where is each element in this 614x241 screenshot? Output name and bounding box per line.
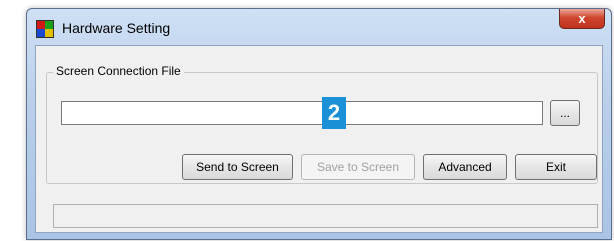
close-button[interactable]: x xyxy=(559,9,605,29)
advanced-button[interactable]: Advanced xyxy=(423,154,507,180)
step-badge: 2 xyxy=(322,97,346,129)
client-area: Screen Connection File 2 ... Send to Scr… xyxy=(35,45,603,233)
exit-button[interactable]: Exit xyxy=(515,154,597,180)
close-icon: x xyxy=(578,11,586,26)
save-to-screen-button[interactable]: Save to Screen xyxy=(301,154,415,180)
group-label: Screen Connection File xyxy=(53,64,184,78)
app-icon xyxy=(36,20,54,38)
send-to-screen-button[interactable]: Send to Screen xyxy=(182,154,293,180)
browse-button[interactable]: ... xyxy=(550,100,580,126)
hardware-setting-window: Hardware Setting x Screen Connection Fil… xyxy=(26,8,612,240)
connection-file-input[interactable] xyxy=(61,101,543,125)
window-title: Hardware Setting xyxy=(62,20,171,36)
title-bar[interactable]: Hardware Setting x xyxy=(27,9,611,39)
status-bar xyxy=(53,204,598,228)
